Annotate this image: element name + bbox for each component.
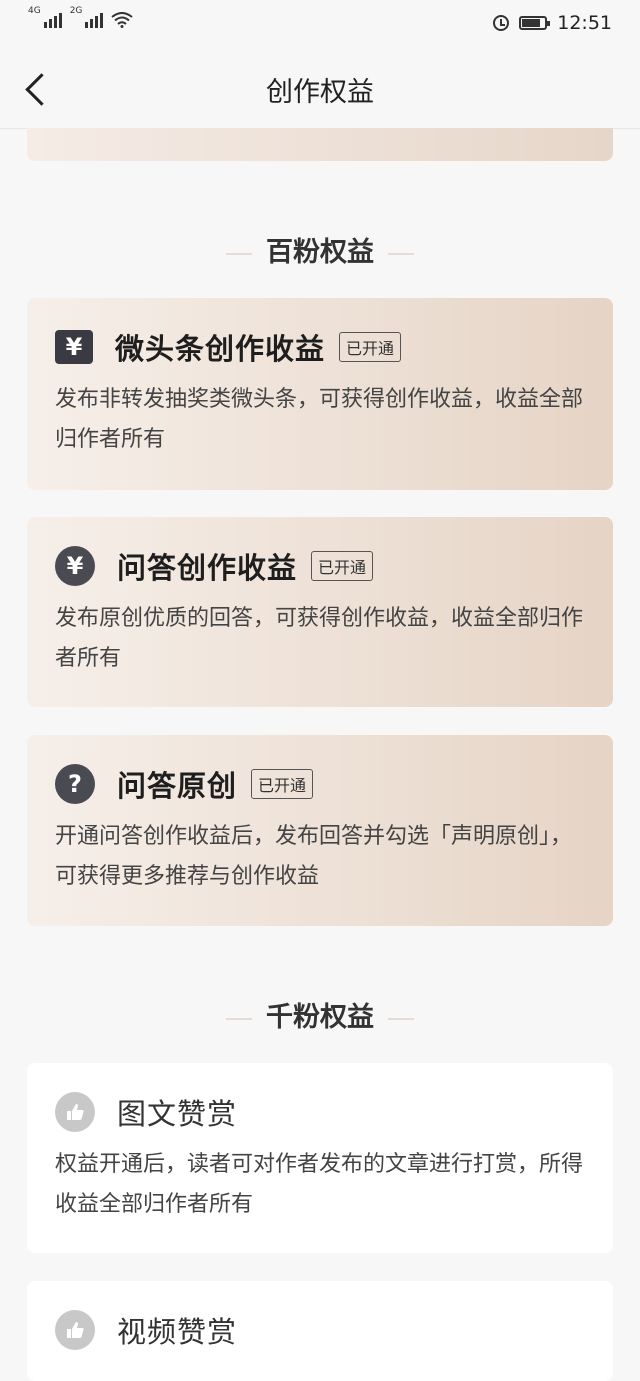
benefit-card[interactable]: ¥ 微头条创作收益 已开通 发布非转发抽奖类微头条，可获得创作收益，收益全部归作… <box>27 298 613 490</box>
network-type-label: 4G <box>28 6 41 16</box>
card-title: 问答原创 <box>117 769 238 803</box>
status-badge: 已开通 <box>251 769 314 799</box>
status-badge: 已开通 <box>339 332 402 362</box>
card-title: 问答创作收益 <box>117 551 298 585</box>
nav-header: 创作权益 <box>0 50 640 129</box>
alarm-icon <box>493 15 510 31</box>
benefit-card[interactable]: 图文赞赏 权益开通后，读者可对作者发布的文章进行打赏，所得收益全部归作者所有 <box>27 1063 613 1253</box>
section-title: 千粉权益 <box>0 995 640 1034</box>
section-title: 百粉权益 <box>0 230 640 269</box>
card-description: 发布非转发抽奖类微头条，可获得创作收益，收益全部归作者所有 <box>55 387 584 452</box>
cellular-signal-icon: 4G <box>28 6 62 28</box>
card-description: 权益开通后，读者可对作者发布的文章进行打赏，所得收益全部归作者所有 <box>55 1152 584 1217</box>
thumbs-up-icon <box>55 1310 95 1350</box>
yen-chat-icon: ¥ <box>55 546 95 586</box>
card-title: 微头条创作收益 <box>115 332 326 366</box>
page-title: 创作权益 <box>266 77 374 108</box>
status-badge: 已开通 <box>311 551 374 581</box>
wifi-icon <box>111 12 134 28</box>
benefit-card[interactable]: ? 问答原创 已开通 开通问答创作收益后，发布回答并勾选「声明原创」，可获得更多… <box>27 735 613 926</box>
card-title: 视频赞赏 <box>117 1315 238 1349</box>
benefit-card[interactable]: 视频赞赏 <box>27 1281 613 1381</box>
question-chat-icon: ? <box>55 764 95 804</box>
network-type-label: 2G <box>69 6 83 16</box>
card-title: 图文赞赏 <box>117 1097 238 1131</box>
benefit-card[interactable]: ¥ 问答创作收益 已开通 发布原创优质的回答，可获得创作收益，收益全部归作者所有 <box>27 517 613 707</box>
thumbs-up-icon <box>55 1092 95 1132</box>
previous-card <box>27 128 613 161</box>
clock-time: 12:51 <box>557 12 612 34</box>
battery-icon <box>519 16 551 30</box>
card-description: 发布原创优质的回答，可获得创作收益，收益全部归作者所有 <box>55 606 584 671</box>
status-bar: 4G 2G 12:51 <box>0 0 640 50</box>
cellular-signal-icon: 2G <box>70 6 104 28</box>
yen-square-icon: ¥ <box>55 330 93 364</box>
card-description: 开通问答创作收益后，发布回答并勾选「声明原创」，可获得更多推荐与创作收益 <box>55 824 573 889</box>
